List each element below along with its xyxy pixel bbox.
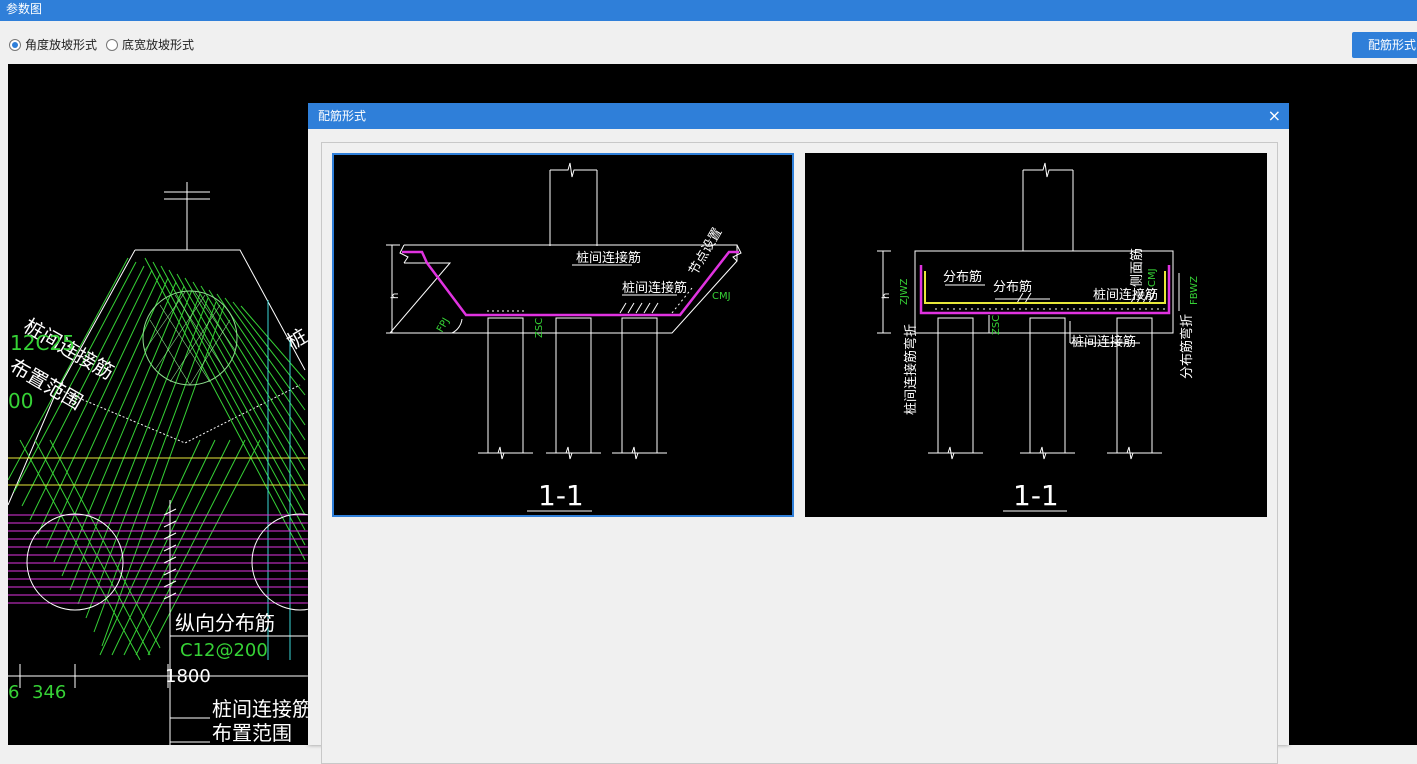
radio-angle-slope[interactable]: 角度放坡形式 [9, 36, 97, 53]
label-pile-connect-bottom: 桩间连接筋 [1071, 334, 1136, 350]
window-title-bar: 参数图 [0, 0, 1417, 21]
label-side-rebar: 侧面筋 [1129, 248, 1145, 287]
label-pile-connect-rebar2: 桩间连接筋 [212, 697, 312, 721]
label-dim-6: 6 [8, 682, 19, 703]
section-drawing-2: 分布筋 分布筋 桩间连接筋 桩间连接筋 侧面筋 CMJ ZJWZ FBWZ ZS… [877, 162, 1200, 512]
label-dist-bend: 分布筋弯折 [1179, 314, 1195, 379]
label-dist1: 分布筋 [943, 269, 982, 285]
label-dist2: 分布筋 [993, 279, 1032, 295]
label-zero: 00 [8, 389, 33, 413]
label-zsc: ZSC [534, 318, 545, 338]
dialog-title: 配筋形式 [318, 109, 367, 123]
label-fbwz: FBWZ [1189, 276, 1200, 305]
section-drawing-1: 桩间连接筋 桩间连接筋 节点设置 FPJ ZSC CMJ h 1-1 [386, 162, 742, 512]
options-panel: 桩间连接筋 桩间连接筋 节点设置 FPJ ZSC CMJ h 1-1 分布筋 分… [321, 142, 1278, 764]
label-cmj: CMJ [712, 291, 731, 302]
dialog-title-bar: 配筋形式 × [308, 103, 1289, 129]
rebar-style-button[interactable]: 配筋形式 [1352, 32, 1417, 58]
label-pile-connect: 桩间连接筋 [576, 250, 641, 266]
label-layout-range2: 布置范围 [212, 721, 292, 745]
label-fpj: FPJ [435, 316, 452, 334]
label-spec-rebar: 12C25 [10, 331, 75, 355]
label-h: h [390, 293, 401, 299]
radio-label: 角度放坡形式 [25, 38, 98, 52]
toolbar: 角度放坡形式 底宽放坡形式 配筋形式 [0, 21, 1417, 64]
label-spec-dist: C12@200 [180, 640, 268, 661]
radio-bottom-width-slope[interactable]: 底宽放坡形式 [106, 36, 194, 53]
radio-dot[interactable] [106, 38, 118, 51]
window-title: 参数图 [6, 2, 43, 16]
label-h: h [881, 293, 892, 299]
green-rebar-hatch [8, 257, 306, 661]
label-zsc: ZSC [991, 315, 1002, 335]
label-pile-bend: 桩间连接筋弯折 [903, 324, 919, 415]
label-cmj: CMJ [1147, 268, 1158, 287]
label-pile-connect: 桩间连接筋 [1093, 287, 1158, 303]
label-node-setting: 节点设置 [686, 225, 725, 278]
radio-dot-selected[interactable] [9, 38, 21, 51]
pile-circle [26, 513, 124, 611]
close-icon[interactable]: × [1268, 103, 1281, 129]
label-long-dist-rebar: 纵向分布筋 [175, 611, 275, 635]
cap-outline [135, 249, 306, 371]
radio-label: 底宽放坡形式 [122, 38, 195, 52]
section-label-2: 1-1 [1013, 479, 1059, 512]
section-label-1: 1-1 [538, 479, 584, 512]
label-dim-1800: 1800 [165, 666, 211, 687]
rebar-style-dialog: 配筋形式 × 桩间连接筋 桩间连接筋 节点设置 FPJ ZSC CMJ h 1-… [308, 103, 1289, 764]
label-zjwz: ZJWZ [899, 278, 910, 305]
rebar-option-1[interactable]: 桩间连接筋 桩间连接筋 节点设置 FPJ ZSC CMJ h 1-1 [332, 153, 794, 517]
label-dim-346: 346 [32, 682, 66, 703]
rebar-option-2[interactable]: 分布筋 分布筋 桩间连接筋 桩间连接筋 侧面筋 CMJ ZJWZ FBWZ ZS… [805, 153, 1267, 517]
label-pile-connect2: 桩间连接筋 [622, 280, 687, 296]
